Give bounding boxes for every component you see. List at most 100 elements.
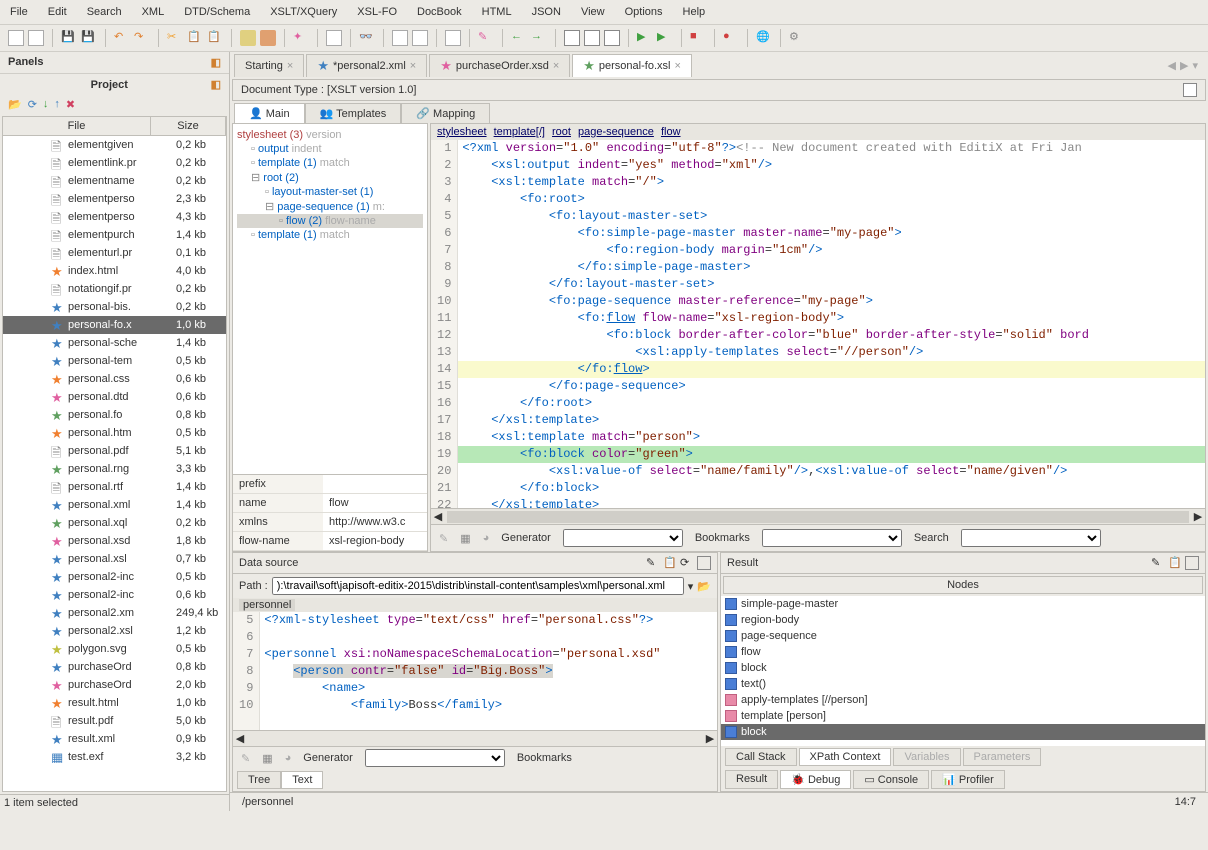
file-row[interactable]: ★personal.htm0,5 kb — [3, 424, 226, 442]
file-row[interactable]: 🗎elementurl.pr0,1 kb — [3, 244, 226, 262]
menu-xml[interactable]: XML — [132, 2, 175, 22]
ds-browse-icon[interactable]: 📂 — [697, 580, 711, 593]
menu-view[interactable]: View — [571, 2, 615, 22]
file-row[interactable]: ★purchaseOrd2,0 kb — [3, 676, 226, 694]
next-icon[interactable]: → — [531, 30, 547, 46]
file-row[interactable]: ★personal.dtd0,6 kb — [3, 388, 226, 406]
ds-code-area[interactable]: 5678910 <?xml-stylesheet type="text/css"… — [233, 612, 717, 730]
proj-down-icon[interactable]: ↓ — [43, 98, 49, 111]
new-icon[interactable] — [8, 30, 24, 46]
res-max-icon[interactable] — [1185, 556, 1199, 570]
menu-json[interactable]: JSON — [522, 2, 571, 22]
menu-xsltxquery[interactable]: XSLT/XQuery — [260, 2, 347, 22]
editor-tab[interactable]: ★purchaseOrder.xsd× — [429, 54, 570, 77]
file-row[interactable]: ★personal.xql0,2 kb — [3, 514, 226, 532]
saveall-icon[interactable]: 💾 — [81, 30, 97, 46]
tab-next-icon[interactable]: ▶ — [1180, 59, 1188, 72]
file-column-header[interactable]: File — [3, 117, 151, 135]
ds-refresh-icon[interactable]: ⟳ — [680, 556, 694, 570]
proj-refresh-icon[interactable]: ⟳ — [28, 98, 37, 111]
result-node-row[interactable]: block — [721, 660, 1205, 676]
save-icon[interactable]: 💾 — [61, 30, 77, 46]
menu-dtdschema[interactable]: DTD/Schema — [174, 2, 260, 22]
tool5-icon[interactable]: 👓 — [359, 30, 375, 46]
file-row[interactable]: 🗎notationgif.pr0,2 kb — [3, 280, 226, 298]
split3-icon[interactable] — [604, 30, 620, 46]
file-row[interactable]: ★personal.xsl0,7 kb — [3, 550, 226, 568]
main-menubar[interactable]: File Edit Search XML DTD/Schema XSLT/XQu… — [0, 0, 1208, 25]
open-icon[interactable] — [28, 30, 44, 46]
file-row[interactable]: ★personal2-inc0,5 kb — [3, 568, 226, 586]
file-row[interactable]: ★personal.fo0,8 kb — [3, 406, 226, 424]
nodes-list[interactable]: simple-page-masterregion-bodypage-sequen… — [721, 596, 1205, 746]
breadcrumb-bar[interactable]: stylesheet template[/] root page-sequenc… — [431, 124, 1205, 140]
project-maximize-icon[interactable]: ◧ — [211, 78, 221, 91]
tab-list-icon[interactable]: ▾ — [1192, 59, 1198, 72]
menu-html[interactable]: HTML — [472, 2, 522, 22]
file-row[interactable]: ★polygon.svg0,5 kb — [3, 640, 226, 658]
globe-icon[interactable]: 🌐 — [756, 30, 772, 46]
code-scrollbar-h[interactable]: ◀ ▶ — [431, 508, 1205, 524]
file-row[interactable]: 🗎elementperso4,3 kb — [3, 208, 226, 226]
file-row[interactable]: 🗎elementlink.pr0,2 kb — [3, 154, 226, 172]
cut-icon[interactable]: ✂ — [167, 30, 183, 46]
file-row[interactable]: ★purchaseOrd0,8 kb — [3, 658, 226, 676]
ds-copy-icon[interactable]: 📋 — [663, 556, 677, 570]
ds-scrollbar-h[interactable]: ◀▶ — [233, 730, 717, 746]
file-row[interactable]: ★result.xml0,9 kb — [3, 730, 226, 748]
split2-icon[interactable] — [584, 30, 600, 46]
menu-docbook[interactable]: DocBook — [407, 2, 472, 22]
edit-icon[interactable]: ✎ — [439, 532, 448, 545]
editor-tab[interactable]: ★*personal2.xml× — [306, 54, 427, 77]
paste-icon[interactable]: 📋 — [207, 30, 223, 46]
file-row[interactable]: ▦test.exf3,2 kb — [3, 748, 226, 763]
result-node-row[interactable]: block — [721, 724, 1205, 740]
menu-xslfo[interactable]: XSL-FO — [347, 2, 407, 22]
close-icon[interactable]: × — [287, 60, 293, 72]
close-icon[interactable]: × — [410, 60, 416, 72]
file-row[interactable]: ★personal-fo.x1,0 kb — [3, 316, 226, 334]
ds-dropdown-icon[interactable]: ▾ — [688, 580, 694, 593]
result-node-row[interactable]: flow — [721, 644, 1205, 660]
menu-edit[interactable]: Edit — [38, 2, 77, 22]
ds-edit2-icon[interactable]: ✎ — [241, 752, 250, 765]
result-lower-tab[interactable]: ▭ Console — [853, 770, 929, 789]
file-row[interactable]: 🗎elementpurch1,4 kb — [3, 226, 226, 244]
result-upper-tab[interactable]: Call Stack — [725, 748, 797, 766]
properties-table[interactable]: prefixnameflowxmlnshttp://www.w3.cflow-n… — [233, 474, 427, 551]
globe2-icon[interactable]: ◕ — [483, 532, 490, 544]
tool8-icon[interactable] — [445, 30, 461, 46]
ds-bottom-tab[interactable]: Text — [281, 771, 323, 789]
result-node-row[interactable]: text() — [721, 676, 1205, 692]
bookmarks-select[interactable] — [762, 529, 902, 547]
file-row[interactable]: 🗎result.pdf5,0 kb — [3, 712, 226, 730]
tab-prev-icon[interactable]: ◀ — [1168, 59, 1176, 72]
ds-max-icon[interactable] — [697, 556, 711, 570]
prev-icon[interactable]: ← — [511, 30, 527, 46]
result-node-row[interactable]: simple-page-master — [721, 596, 1205, 612]
copy-icon[interactable]: 📋 — [187, 30, 203, 46]
menu-options[interactable]: Options — [615, 2, 673, 22]
file-row[interactable]: ★personal-tem0,5 kb — [3, 352, 226, 370]
file-row[interactable]: 🗎elementgiven0,2 kb — [3, 136, 226, 154]
ds-grid-icon[interactable]: ▦ — [262, 752, 272, 765]
code-area[interactable]: 12345678910111213141516171819202122 <?xm… — [431, 140, 1205, 508]
redo-icon[interactable]: ↷ — [134, 30, 150, 46]
record-icon[interactable]: ● — [723, 30, 739, 46]
grid-icon[interactable]: ▦ — [460, 532, 470, 545]
proj-open-icon[interactable]: 📂 — [8, 98, 22, 111]
result-node-row[interactable]: apply-templates [//person] — [721, 692, 1205, 708]
file-row[interactable]: 🗎elementname0,2 kb — [3, 172, 226, 190]
file-row[interactable]: 🗎elementperso2,3 kb — [3, 190, 226, 208]
ds-edit-icon[interactable]: ✎ — [646, 556, 660, 570]
menu-file[interactable]: File — [0, 2, 38, 22]
file-row[interactable]: ★result.html1,0 kb — [3, 694, 226, 712]
result-lower-tab[interactable]: 📊 Profiler — [931, 770, 1005, 789]
result-lower-tab[interactable]: Result — [725, 770, 778, 789]
editor-subtab[interactable]: 🔗 Mapping — [401, 103, 490, 123]
result-node-row[interactable]: page-sequence — [721, 628, 1205, 644]
file-row[interactable]: ★personal.xsd1,8 kb — [3, 532, 226, 550]
file-row[interactable]: 🗎personal.pdf5,1 kb — [3, 442, 226, 460]
proj-delete-icon[interactable]: ✖ — [66, 98, 75, 111]
close-icon[interactable]: × — [674, 60, 680, 72]
